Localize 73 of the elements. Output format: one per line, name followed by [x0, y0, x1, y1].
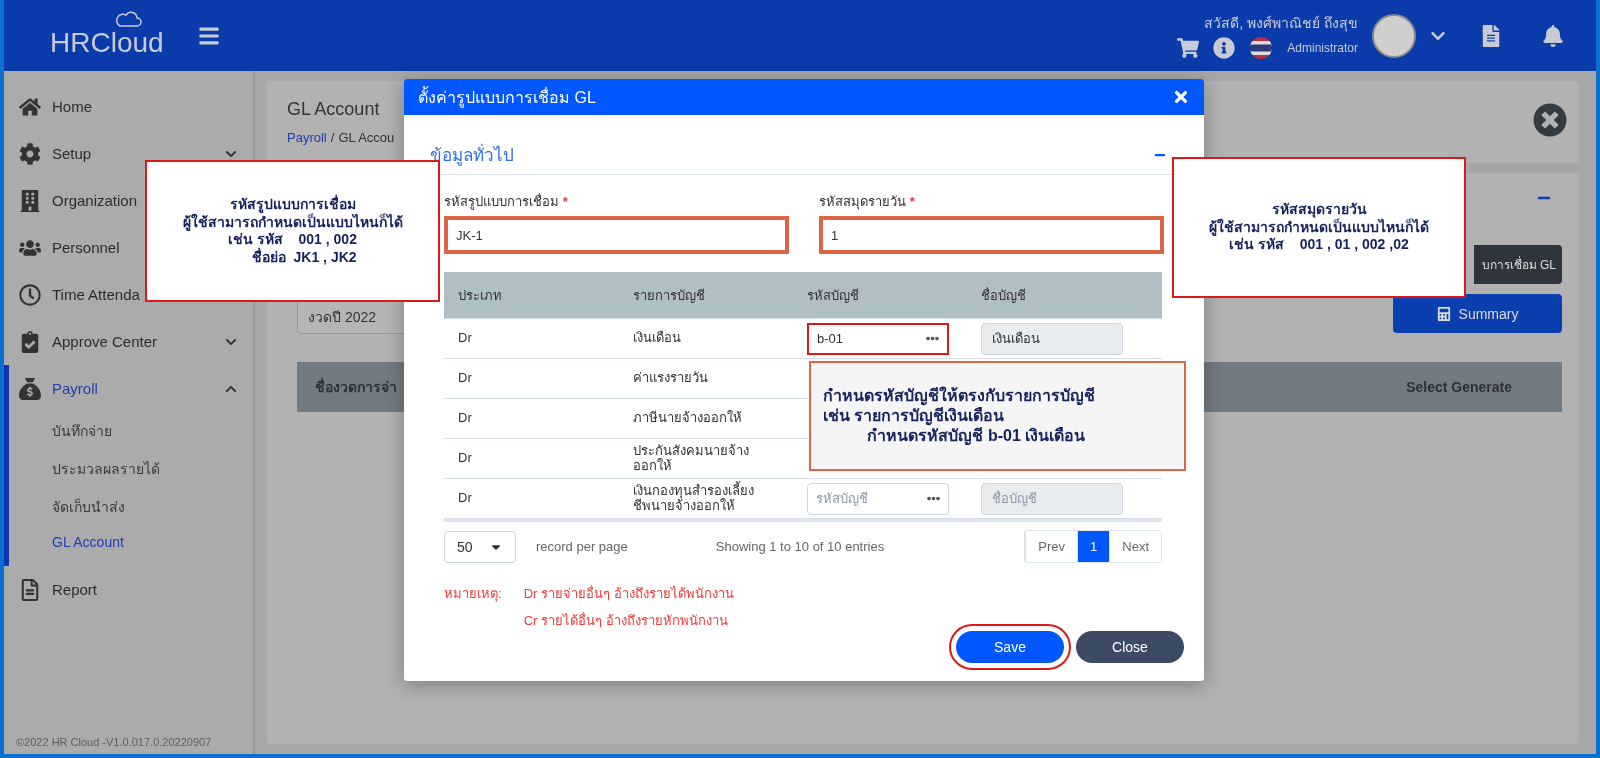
home-icon [18, 95, 42, 118]
close-button[interactable]: Close [1076, 631, 1184, 663]
column-header: Select Generate [1406, 379, 1512, 395]
table-cell-text: Dr [458, 331, 473, 346]
required-mark: * [562, 194, 568, 209]
page-size-label: record per page [536, 539, 628, 554]
note-text: Dr รายจ่ายอื่นๆ อ้างถึงรายได้พนักงาน [523, 584, 734, 603]
page-size-select[interactable]: 50 [444, 530, 516, 563]
gear-icon [18, 142, 42, 165]
column-header: ชื่อบัญชี [981, 286, 1027, 305]
input-field[interactable]: JK-1 [444, 216, 789, 254]
close-icon[interactable] [1533, 103, 1567, 137]
close-icon[interactable] [1172, 88, 1190, 106]
cart-icon[interactable] [1177, 36, 1200, 59]
avatar[interactable] [1372, 13, 1416, 58]
sidebar-item[interactable]: Personnel [52, 239, 120, 256]
dialog-title: ตั้งค่ารูปแบบการเชื่อม GL [418, 85, 596, 110]
annotation-note: กำหนดรหัสบัญชีให้ตรงกับรายการบัญชี เช่น รายการบัญชีเงินเดือน กำหนดรหัสบัญชี b-01 เงินเดือน [809, 361, 1186, 471]
entries-info: Showing 1 to 10 of 10 entries [715, 539, 885, 554]
sidebar-subitem[interactable]: GL Account [9, 526, 253, 558]
column-header: ชื่องวดการจ่า [315, 376, 397, 397]
field-label: รหัสรูปแบบการเชื่อม [444, 194, 559, 209]
sidebar-item[interactable]: Approve Center [52, 333, 158, 350]
summary-button[interactable]: Summary [1393, 294, 1562, 333]
link-settings-button[interactable]: บการเชื่อม GL [1474, 245, 1562, 284]
required-mark: * [909, 194, 915, 209]
table-cell-text: เงินเดือน [633, 331, 682, 346]
sidebar-subitem[interactable]: ประมวลผลรายได้ [9, 450, 253, 488]
annotation-note: รหัสสมุดรายวัน ผู้ใช้สามารถกำหนดเป็นแบบไหนก็ได้ เช่น รหัส 001 , 01 , 002 ,02 [1172, 157, 1466, 298]
bell-icon[interactable] [1542, 24, 1564, 47]
sidebar-item[interactable]: Setup [52, 145, 92, 162]
sidebar-item[interactable]: Time Attenda [52, 286, 140, 303]
user-role: Administrator [1287, 40, 1358, 55]
info-icon[interactable] [1213, 36, 1236, 59]
table-cell-text: Dr [458, 371, 473, 386]
field-label: รหัสสมุดรายวัน [819, 194, 906, 209]
table-cell-text: Dr [458, 411, 473, 426]
flag-icon[interactable] [1249, 35, 1274, 60]
version-text: ©2022 HR Cloud -V1.0.017.0.20220907 [15, 736, 213, 750]
page-button[interactable]: 1 [1077, 531, 1110, 562]
page-title: GL Account [287, 99, 381, 120]
note-text: Cr รายได้อื่นๆ อ้างถึงรายหักพนักงาน [523, 611, 729, 630]
account-code-field[interactable]: b-01 [807, 322, 949, 355]
money-bag-icon [18, 377, 42, 400]
table-cell-text: ประกันสังคมนายจ้างออกให้ [633, 444, 750, 473]
account-name-field: ชื่อบัญชี [981, 482, 1123, 515]
logo: HRCloud [50, 12, 198, 59]
table-cell-text: ค่าแรงรายวัน [633, 371, 709, 386]
note-label: หมายเหตุ: [444, 585, 502, 604]
column-header: รายการบัญชี [633, 286, 706, 305]
clock-icon [18, 283, 42, 306]
sidebar-subitem[interactable]: บันทึกจ่าย [9, 412, 253, 450]
sidebar-item[interactable]: Organization [52, 192, 138, 209]
sidebar-item[interactable]: Payroll [52, 380, 98, 397]
column-header: ประเภท [458, 286, 503, 305]
greeting-text: สวัสดี, พงศ์พาณิชย์ ถึงสุข [1204, 13, 1358, 34]
calculator-icon [1436, 306, 1451, 321]
building-icon [18, 189, 42, 212]
page-button[interactable]: Next [1109, 531, 1161, 562]
sidebar-item[interactable]: Home [52, 98, 92, 115]
breadcrumb-separator: / [330, 130, 335, 145]
table-cell-text: Dr [458, 491, 473, 506]
sidebar-subitem[interactable]: จัดเก็บนำส่ง [9, 488, 253, 526]
table-cell-text: Dr [458, 451, 473, 466]
input-field[interactable]: 1 [819, 216, 1164, 254]
breadcrumb-current: GL Accou [338, 130, 395, 145]
account-name-field: เงินเดือน [981, 322, 1123, 355]
document-icon[interactable] [1480, 24, 1502, 47]
annotation-note: รหัสรูปแบบการเชื่อม ผู้ใช้สามารถกำหนดเป็นแบบไหนก็ได้ เช่น รหัส 001 , 002 ชื่อย่อ JK1 , JK2 [145, 160, 440, 302]
table-cell-text: ภาษีนายจ้างออกให้ [633, 411, 743, 426]
column-header: รหัสบัญชี [807, 286, 860, 305]
breadcrumb-link[interactable]: Payroll [287, 130, 327, 145]
sidebar-item[interactable]: Report [52, 581, 98, 598]
